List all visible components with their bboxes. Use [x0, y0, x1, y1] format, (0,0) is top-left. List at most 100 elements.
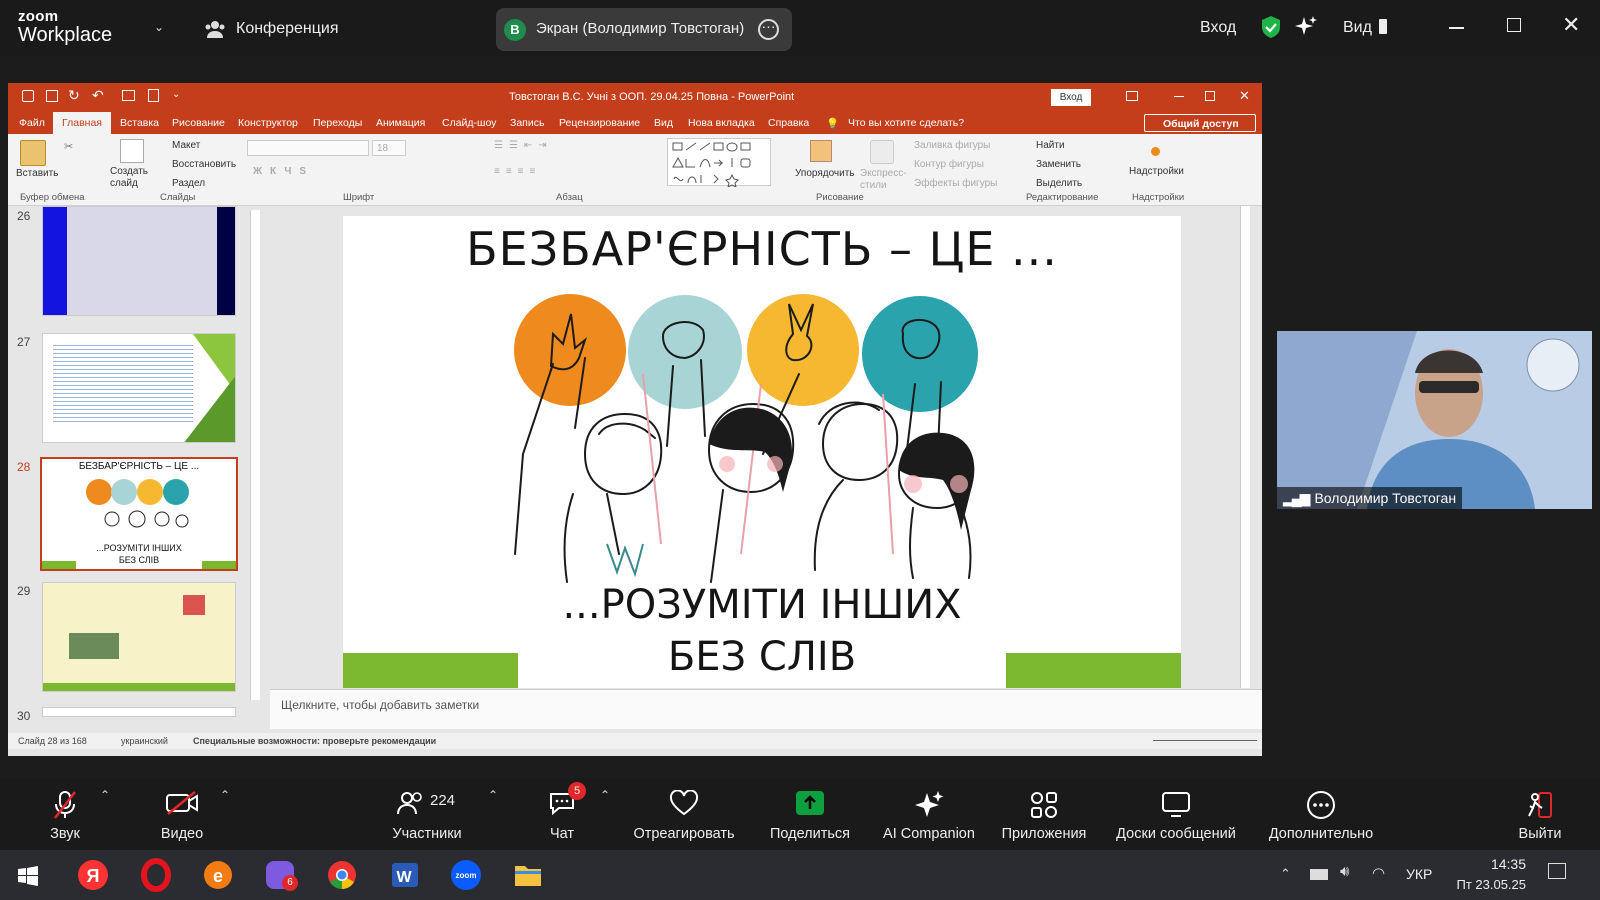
save-icon[interactable] [22, 90, 34, 102]
cut-icon[interactable]: ✂ [64, 140, 73, 153]
opera-icon[interactable] [138, 857, 174, 893]
chat-button[interactable]: 5 Чат [530, 778, 594, 850]
status-language[interactable]: украинский [121, 736, 168, 746]
edge-icon[interactable]: e [200, 857, 236, 893]
tab-help[interactable]: Справка [768, 117, 809, 129]
tray-expand-icon[interactable]: ⌃ [1280, 866, 1291, 882]
paste-icon[interactable] [20, 140, 46, 166]
slide-thumbnail-30[interactable] [42, 707, 236, 717]
chevron-down-icon[interactable]: ⌄ [154, 20, 164, 34]
apps-button[interactable]: Приложения [994, 778, 1094, 850]
volume-icon[interactable]: 🔊︎ [1340, 863, 1349, 880]
battery-icon[interactable] [1310, 869, 1328, 880]
arrange-icon[interactable] [810, 140, 832, 162]
quick-styles-icon[interactable] [870, 140, 894, 164]
open-icon[interactable] [122, 90, 135, 101]
shape-outline-button[interactable]: Контур фигуры [914, 159, 984, 170]
slide-subtitle-1[interactable]: ...РОЗУМІТИ ІНШИХ [343, 582, 1181, 628]
chrome-icon[interactable] [324, 857, 360, 893]
tab-home[interactable]: Главная [53, 112, 111, 134]
file-explorer-icon[interactable] [510, 857, 546, 893]
participants-button[interactable]: 224 Участники [382, 778, 472, 850]
slide-thumbnail-27[interactable] [42, 333, 236, 443]
viber-icon[interactable]: 6 [262, 857, 298, 893]
view-menu[interactable]: Вид [1343, 19, 1372, 37]
quick-styles-button[interactable]: Экспресс-стили [860, 168, 907, 192]
chat-options-chevron[interactable]: ⌃ [600, 788, 610, 802]
wifi-icon[interactable]: ◠ [1372, 864, 1385, 882]
ppt-restore-icon[interactable] [1205, 91, 1215, 101]
tell-me-box[interactable]: Что вы хотите сделать? [848, 117, 964, 129]
shield-icon[interactable] [1260, 15, 1282, 44]
new-file-icon[interactable] [148, 89, 159, 102]
share-button[interactable]: Общий доступ [1144, 114, 1256, 132]
shape-effects-button[interactable]: Эффекты фигуры [914, 178, 997, 189]
ppt-signin-button[interactable]: Вход [1051, 89, 1091, 106]
tab-new[interactable]: Нова вкладка [688, 117, 755, 129]
tab-design[interactable]: Конструктор [238, 117, 298, 129]
notes-pane[interactable]: Щелкните, чтобы добавить заметки [270, 689, 1262, 729]
clock-time[interactable]: 14:35 [1446, 856, 1526, 872]
tab-animations[interactable]: Анимация [376, 117, 425, 129]
tab-draw[interactable]: Рисование [172, 117, 225, 129]
screen-share-pill[interactable]: В Экран (Володимир Товстоган) ··· [496, 8, 792, 51]
video-options-chevron[interactable]: ⌃ [220, 788, 230, 802]
new-slide-button[interactable]: Создать слайд [110, 166, 154, 190]
thumbs-scrollbar[interactable] [250, 210, 260, 700]
addins-button[interactable]: Надстройки [1129, 166, 1184, 177]
zoom-slider[interactable] [1153, 740, 1257, 741]
undo-icon[interactable]: ↶ [92, 87, 104, 104]
boards-button[interactable]: Доски сообщений [1108, 778, 1244, 850]
customize-qat-icon[interactable]: ⌄ [172, 89, 180, 100]
addins-icon[interactable] [1151, 147, 1160, 156]
tab-transitions[interactable]: Переходы [313, 117, 362, 129]
meeting-label[interactable]: Конференция [236, 20, 339, 38]
audio-options-chevron[interactable]: ⌃ [100, 788, 110, 802]
leave-button[interactable]: Выйти [1510, 778, 1570, 850]
slide-scrollbar[interactable] [1240, 206, 1250, 688]
word-icon[interactable]: W [386, 857, 422, 893]
zoom-app-icon[interactable]: zoom [448, 857, 484, 893]
notes-placeholder[interactable]: Щелкните, чтобы добавить заметки [281, 698, 479, 712]
view-layout-icon[interactable] [1379, 19, 1387, 34]
shapes-gallery[interactable] [667, 138, 771, 188]
slide-editor[interactable]: БЕЗБАР'ЄРНІСТЬ – ЦЕ ... ...РОЗУМІТИ ІНШИ… [270, 206, 1250, 688]
tab-file[interactable]: Файл [19, 117, 45, 129]
select-button[interactable]: Выделить [1036, 178, 1082, 189]
yandex-browser-icon[interactable]: Я [75, 857, 111, 893]
slide-thumbnail-29[interactable] [42, 582, 236, 692]
clock-date[interactable]: Пт 23.05.25 [1436, 877, 1526, 892]
layout-button[interactable]: Макет [172, 140, 200, 151]
video-button[interactable]: Видео [146, 778, 218, 850]
font-name-input[interactable] [247, 140, 369, 156]
section-button[interactable]: Раздел [172, 178, 205, 189]
share-screen-button[interactable]: Поделиться [762, 778, 858, 850]
ppt-minimize-icon[interactable] [1174, 96, 1184, 97]
reset-button[interactable]: Восстановить [172, 159, 236, 170]
list-buttons[interactable]: ☰☰⇤⇥ [494, 140, 553, 151]
current-slide[interactable]: БЕЗБАР'ЄРНІСТЬ – ЦЕ ... ...РОЗУМІТИ ІНШИ… [343, 216, 1181, 688]
tab-record[interactable]: Запись [510, 117, 544, 129]
signin-link[interactable]: Вход [1200, 19, 1236, 37]
more-options-icon[interactable]: ··· [758, 19, 779, 40]
paste-label[interactable]: Вставить [16, 168, 58, 179]
ai-companion-button[interactable]: AI Companion [874, 778, 984, 850]
align-buttons[interactable]: ≡≡≡≡ [494, 166, 541, 177]
minimize-icon[interactable] [1449, 27, 1464, 29]
slide-thumbnail-28-selected[interactable]: БЕЗБАР'ЄРНІСТЬ – ЦЕ ... ...РОЗУМІТИ ІНШИ… [40, 457, 238, 571]
presentation-icon[interactable] [46, 90, 58, 102]
slide-thumbnail-26[interactable] [42, 206, 236, 316]
shape-fill-button[interactable]: Заливка фигуры [914, 140, 990, 151]
arrange-button[interactable]: Упорядочить [795, 168, 855, 179]
tab-review[interactable]: Рецензирование [559, 117, 640, 129]
slide-title[interactable]: БЕЗБАР'ЄРНІСТЬ – ЦЕ ... [343, 222, 1181, 276]
more-button[interactable]: Дополнительно [1258, 778, 1384, 850]
repeat-icon[interactable]: ↻ [68, 87, 80, 104]
windows-start-icon[interactable] [18, 866, 38, 891]
notifications-icon[interactable] [1548, 863, 1566, 879]
slide-thumbnails-pane[interactable]: 26 27 28 БЕЗБАР'ЄРНІСТЬ – ЦЕ ... ...РОЗУ… [8, 206, 260, 730]
tab-insert[interactable]: Вставка [120, 117, 159, 129]
ribbon-display-icon[interactable] [1126, 91, 1138, 101]
ppt-close-icon[interactable]: ✕ [1239, 88, 1250, 104]
react-button[interactable]: Отреагировать [626, 778, 742, 850]
